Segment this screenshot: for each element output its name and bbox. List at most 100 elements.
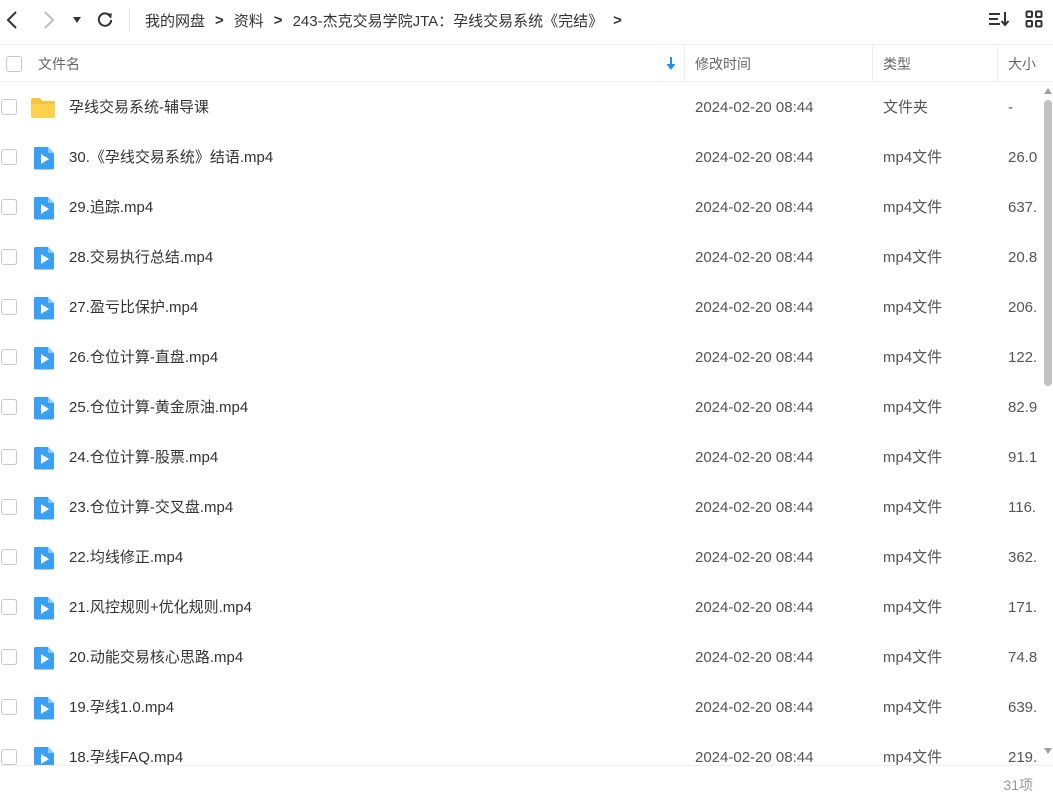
video-file-icon	[33, 446, 57, 470]
file-type: mp4文件	[883, 549, 943, 566]
row-checkbox[interactable]	[1, 249, 17, 265]
column-type-label: 类型	[883, 55, 911, 72]
file-size: 74.8	[1008, 649, 1038, 666]
row-checkbox[interactable]	[1, 549, 17, 565]
row-checkbox[interactable]	[1, 199, 17, 215]
file-modified: 2024-02-20 08:44	[695, 699, 814, 716]
file-type: mp4文件	[883, 399, 943, 416]
row-checkbox[interactable]	[1, 99, 17, 115]
file-row[interactable]: 21.风控规则+优化规则.mp4 2024-02-20 08:44 mp4文件 …	[0, 583, 1040, 633]
file-size: 639.	[1008, 699, 1038, 716]
sort-list-icon	[988, 10, 1010, 33]
file-modified: 2024-02-20 08:44	[695, 349, 814, 366]
file-size: 206.	[1008, 299, 1038, 316]
history-dropdown-button[interactable]	[67, 8, 87, 32]
video-file-icon	[33, 496, 57, 520]
column-size[interactable]: 大小	[1008, 45, 1048, 82]
scrollbar-thumb[interactable]	[1044, 100, 1052, 386]
file-size: 26.0	[1008, 149, 1038, 166]
breadcrumb-item-materials[interactable]: 资料	[234, 10, 264, 31]
file-row[interactable]: 孕线交易系统-辅导课 2024-02-20 08:44 文件夹 -	[0, 83, 1040, 133]
breadcrumb-item-my-drive[interactable]: 我的网盘	[145, 10, 205, 31]
file-modified: 2024-02-20 08:44	[695, 199, 814, 216]
row-checkbox[interactable]	[1, 349, 17, 365]
file-type: mp4文件	[883, 749, 943, 765]
refresh-button[interactable]	[93, 8, 117, 32]
file-modified: 2024-02-20 08:44	[695, 299, 814, 316]
file-size: 171.	[1008, 599, 1038, 616]
file-name: 29.追踪.mp4	[69, 199, 154, 216]
column-name-label: 文件名	[38, 55, 80, 72]
file-name: 22.均线修正.mp4	[69, 549, 184, 566]
file-modified: 2024-02-20 08:44	[695, 499, 814, 516]
column-divider	[997, 45, 998, 82]
file-name: 27.盈亏比保护.mp4	[69, 299, 199, 316]
view-mode-button[interactable]	[1022, 9, 1046, 33]
file-row[interactable]: 22.均线修正.mp4 2024-02-20 08:44 mp4文件 362.	[0, 533, 1040, 583]
row-checkbox[interactable]	[1, 599, 17, 615]
file-type: mp4文件	[883, 599, 943, 616]
file-row[interactable]: 23.仓位计算-交叉盘.mp4 2024-02-20 08:44 mp4文件 1…	[0, 483, 1040, 533]
row-checkbox[interactable]	[1, 499, 17, 515]
breadcrumb-expand-separator[interactable]: >	[613, 12, 622, 29]
file-type: mp4文件	[883, 649, 943, 666]
row-checkbox[interactable]	[1, 749, 17, 765]
file-size: 219.	[1008, 749, 1038, 765]
video-file-icon	[33, 746, 57, 765]
file-modified: 2024-02-20 08:44	[695, 649, 814, 666]
file-row[interactable]: 18.孕线FAQ.mp4 2024-02-20 08:44 mp4文件 219.	[0, 733, 1040, 765]
scroll-down-arrow-icon[interactable]	[1044, 748, 1052, 754]
file-row[interactable]: 29.追踪.mp4 2024-02-20 08:44 mp4文件 637.	[0, 183, 1040, 233]
select-all-checkbox[interactable]	[6, 56, 22, 72]
column-size-label: 大小	[1008, 55, 1036, 72]
row-checkbox[interactable]	[1, 149, 17, 165]
file-size: 116.	[1008, 499, 1037, 516]
column-divider	[684, 45, 685, 82]
file-size: 122.	[1008, 349, 1038, 366]
column-type[interactable]: 类型	[883, 45, 993, 82]
sort-descending-icon[interactable]	[665, 57, 677, 76]
back-button[interactable]	[0, 8, 24, 32]
forward-button[interactable]	[37, 8, 61, 32]
file-name: 26.仓位计算-直盘.mp4	[69, 349, 219, 366]
chevron-left-icon	[5, 10, 19, 30]
breadcrumb-separator: >	[273, 11, 283, 29]
video-file-icon	[33, 246, 57, 270]
file-type: mp4文件	[883, 299, 943, 316]
sort-button[interactable]	[987, 9, 1011, 33]
file-name: 24.仓位计算-股票.mp4	[69, 449, 219, 466]
breadcrumb-item-current-folder[interactable]: 243-杰克交易学院JTA：孕线交易系统《完结》	[293, 10, 604, 31]
file-type: mp4文件	[883, 199, 943, 216]
row-checkbox[interactable]	[1, 649, 17, 665]
video-file-icon	[33, 196, 57, 220]
video-file-icon	[33, 696, 57, 720]
file-row[interactable]: 20.动能交易核心思路.mp4 2024-02-20 08:44 mp4文件 7…	[0, 633, 1040, 683]
file-row[interactable]: 19.孕线1.0.mp4 2024-02-20 08:44 mp4文件 639.	[0, 683, 1040, 733]
row-checkbox[interactable]	[1, 399, 17, 415]
file-modified: 2024-02-20 08:44	[695, 549, 814, 566]
file-row[interactable]: 30.《孕线交易系统》结语.mp4 2024-02-20 08:44 mp4文件…	[0, 133, 1040, 183]
row-checkbox[interactable]	[1, 699, 17, 715]
file-name: 孕线交易系统-辅导课	[69, 99, 209, 116]
file-row[interactable]: 28.交易执行总结.mp4 2024-02-20 08:44 mp4文件 20.…	[0, 233, 1040, 283]
file-size: 637.	[1008, 199, 1038, 216]
file-size: -	[1008, 99, 1013, 116]
row-checkbox[interactable]	[1, 449, 17, 465]
column-modified-label: 修改时间	[695, 55, 751, 72]
row-checkbox[interactable]	[1, 299, 17, 315]
item-count: 31项	[1003, 777, 1033, 793]
column-divider	[872, 45, 873, 82]
caret-down-icon	[72, 16, 82, 24]
file-row[interactable]: 24.仓位计算-股票.mp4 2024-02-20 08:44 mp4文件 91…	[0, 433, 1040, 483]
file-row[interactable]: 25.仓位计算-黄金原油.mp4 2024-02-20 08:44 mp4文件 …	[0, 383, 1040, 433]
status-bar: 31项	[0, 765, 1053, 804]
file-row[interactable]: 26.仓位计算-直盘.mp4 2024-02-20 08:44 mp4文件 12…	[0, 333, 1040, 383]
file-row[interactable]: 27.盈亏比保护.mp4 2024-02-20 08:44 mp4文件 206.	[0, 283, 1040, 333]
scroll-up-arrow-icon[interactable]	[1044, 88, 1052, 94]
file-name: 30.《孕线交易系统》结语.mp4	[69, 149, 274, 166]
column-name[interactable]: 文件名	[38, 45, 678, 82]
column-modified[interactable]: 修改时间	[695, 45, 865, 82]
file-size: 20.8	[1008, 249, 1038, 266]
video-file-icon	[33, 646, 57, 670]
folder-icon	[30, 96, 55, 120]
